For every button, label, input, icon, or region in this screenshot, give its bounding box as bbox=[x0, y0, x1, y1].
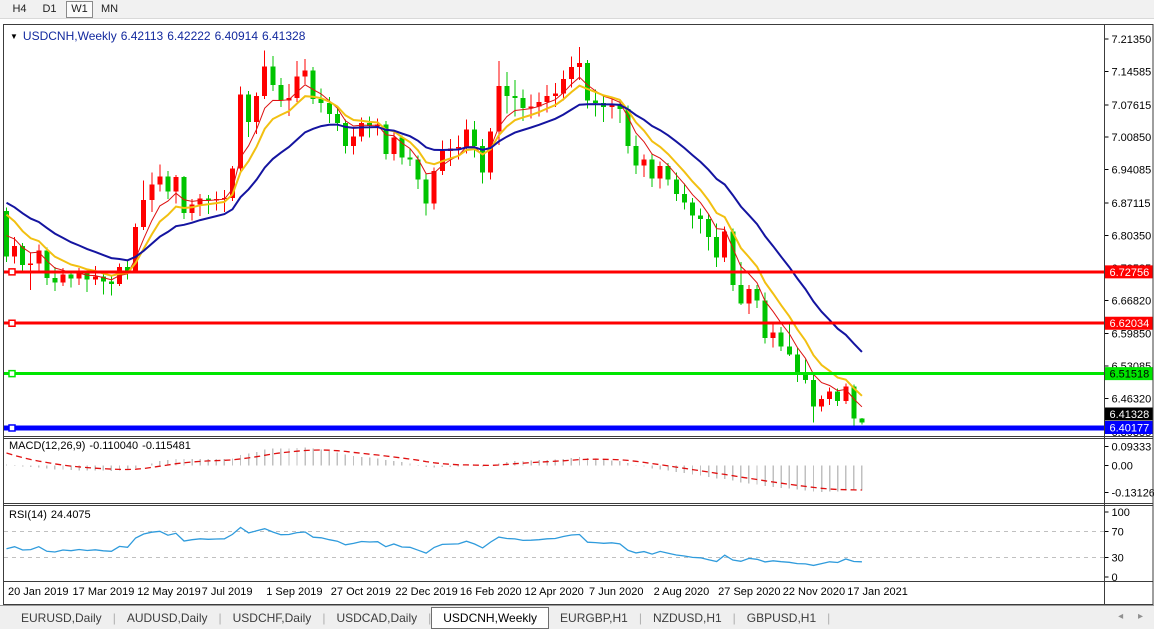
ohlc-low: 6.40914 bbox=[215, 29, 258, 43]
date-tick-label: 27 Sep 2020 bbox=[718, 586, 780, 598]
macd-name: MACD(12,26,9) bbox=[9, 440, 85, 452]
price-tick-label: 7.14585 bbox=[1112, 66, 1152, 78]
rsi-indicator-label: RSI(14) 24.4075 bbox=[9, 509, 95, 521]
hline-handle bbox=[9, 371, 15, 377]
price-tick-label: 7.07615 bbox=[1112, 100, 1152, 112]
date-tick-label: 16 Feb 2020 bbox=[460, 586, 522, 598]
rsi-name: RSI(14) bbox=[9, 509, 47, 521]
rsi-tick-label: 70 bbox=[1112, 527, 1124, 539]
rsi-value: 24.4075 bbox=[51, 509, 91, 521]
ohlc-close: 6.41328 bbox=[262, 29, 305, 43]
macd-tick-label: 0.00 bbox=[1112, 461, 1133, 473]
rsi-tick-label: 30 bbox=[1112, 553, 1124, 565]
price-tick-label: 6.66820 bbox=[1112, 295, 1152, 307]
macd-signal-value: -0.115481 bbox=[142, 440, 191, 452]
macd-tick-label: -0.131263 bbox=[1112, 488, 1154, 500]
price-tick-label: 7.21350 bbox=[1112, 34, 1152, 46]
chart-symbol: USDCNH,Weekly bbox=[23, 29, 117, 43]
chart-canvas: 7.21350 7.14585 7.07615 7.00850 6.94085 6.871… bbox=[0, 0, 1154, 629]
symbol-tab-eurgbp[interactable]: EURGBP,H1 bbox=[549, 608, 639, 628]
date-tick-label: 22 Nov 2020 bbox=[783, 586, 845, 598]
date-tick-label: 7 Jul 2019 bbox=[202, 586, 253, 598]
current-price-label: 6.41328 bbox=[1110, 409, 1150, 421]
symbol-tab-nzdusd[interactable]: NZDUSD,H1 bbox=[642, 608, 733, 628]
date-tick-label: 2 Aug 2020 bbox=[654, 586, 710, 598]
macd-tick-label: 0.09333 bbox=[1112, 441, 1152, 453]
date-tick-label: 22 Dec 2019 bbox=[395, 586, 457, 598]
tab-separator: | bbox=[827, 611, 830, 625]
chart-title: ▼ USDCNH,Weekly 6.421136.42222 6.40914 6.413… bbox=[10, 29, 309, 43]
macd-indicator-label: MACD(12,26,9) -0.110040 -0.115481 bbox=[9, 440, 195, 452]
rsi-tick-label: 100 bbox=[1112, 507, 1130, 519]
price-tick-label: 6.59850 bbox=[1112, 329, 1152, 341]
symbol-tab-audusd[interactable]: AUDUSD,Daily bbox=[116, 608, 219, 628]
rsi-tick-label: 0 bbox=[1112, 572, 1118, 584]
macd-main-value: -0.110040 bbox=[89, 440, 138, 452]
date-tick-label: 27 Oct 2019 bbox=[331, 586, 391, 598]
chart-dropdown-icon[interactable]: ▼ bbox=[10, 32, 18, 41]
hline-price-label: 6.72756 bbox=[1110, 267, 1150, 279]
ohlc-open: 6.42113 bbox=[121, 29, 164, 43]
symbol-tab-gbpusd[interactable]: GBPUSD,H1 bbox=[736, 608, 827, 628]
tab-scroll-arrows[interactable]: ◂ ▸ bbox=[1118, 611, 1149, 622]
price-tick-label: 6.80350 bbox=[1112, 230, 1152, 242]
trading-terminal: H4D1W1MN 7.213507.145857.076157.008506.9… bbox=[0, 0, 1154, 629]
price-tick-label: 6.87115 bbox=[1112, 198, 1151, 210]
date-tick-label: 12 May 2019 bbox=[137, 586, 201, 598]
symbol-tab-eurusd[interactable]: EURUSD,Daily bbox=[10, 608, 113, 628]
ohlc-high: 6.42222 bbox=[167, 29, 210, 43]
symbol-tab-usdcad[interactable]: USDCAD,Daily bbox=[325, 608, 428, 628]
hline-handle bbox=[9, 320, 15, 326]
date-tick-label: 12 Apr 2020 bbox=[524, 586, 583, 598]
date-tick-label: 17 Mar 2019 bbox=[73, 586, 135, 598]
hline-handle bbox=[9, 425, 15, 431]
date-tick-label: 20 Jan 2019 bbox=[8, 586, 69, 598]
price-tick-label: 6.46320 bbox=[1112, 394, 1152, 406]
date-tick-label: 1 Sep 2019 bbox=[266, 586, 322, 598]
symbol-tab-usdcnh[interactable]: USDCNH,Weekly bbox=[431, 607, 549, 629]
hline-price-label: 6.62034 bbox=[1110, 318, 1150, 330]
hline-price-label: 6.40177 bbox=[1110, 423, 1150, 435]
date-tick-label: 7 Jun 2020 bbox=[589, 586, 643, 598]
symbol-tab-bar: EURUSD,Daily|AUDUSD,Daily|USDCHF,Daily|U… bbox=[0, 605, 1154, 629]
hline-price-label: 6.51518 bbox=[1110, 369, 1150, 381]
price-tick-label: 7.00850 bbox=[1112, 132, 1152, 144]
date-tick-label: 17 Jan 2021 bbox=[847, 586, 908, 598]
price-tick-label: 6.94085 bbox=[1112, 165, 1152, 177]
symbol-tab-usdchf[interactable]: USDCHF,Daily bbox=[222, 608, 323, 628]
hline-handle bbox=[9, 269, 15, 275]
